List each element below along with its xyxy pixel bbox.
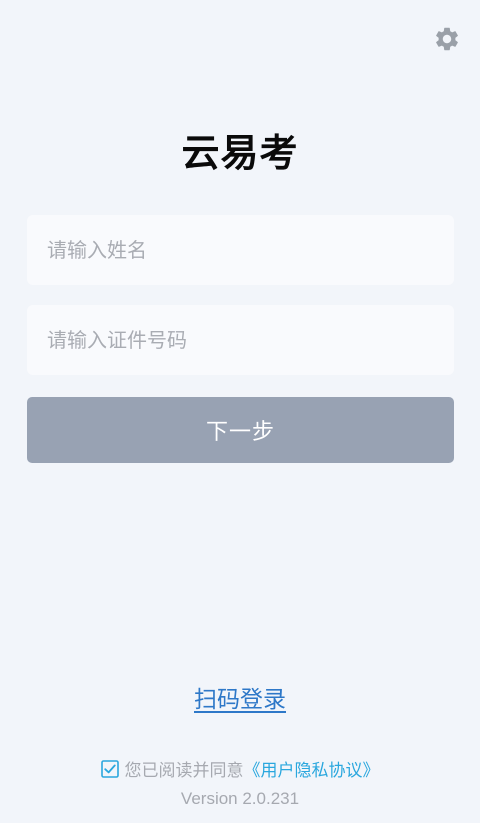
gear-icon <box>436 27 458 51</box>
privacy-policy-link[interactable]: 《用户隐私协议》 <box>244 756 380 781</box>
name-field-container <box>27 215 454 285</box>
scan-login-link[interactable]: 扫码登录 <box>194 687 286 713</box>
id-number-input[interactable] <box>27 305 454 375</box>
id-field-container <box>27 305 454 375</box>
next-button[interactable]: 下一步 <box>27 397 454 463</box>
name-input[interactable] <box>27 215 454 285</box>
agreement-text: 您已阅读并同意 <box>124 761 244 781</box>
checkbox-checked-icon <box>100 759 119 778</box>
scan-login-container: 扫码登录 <box>0 680 480 714</box>
agreement-row: 您已阅读并同意 《用户隐私协议》 <box>0 756 480 781</box>
version-label: Version 2.0.231 <box>180 789 300 808</box>
agreement-checkbox[interactable] <box>100 759 119 778</box>
app-title: 云易考 <box>181 131 299 175</box>
settings-button[interactable] <box>432 24 462 54</box>
